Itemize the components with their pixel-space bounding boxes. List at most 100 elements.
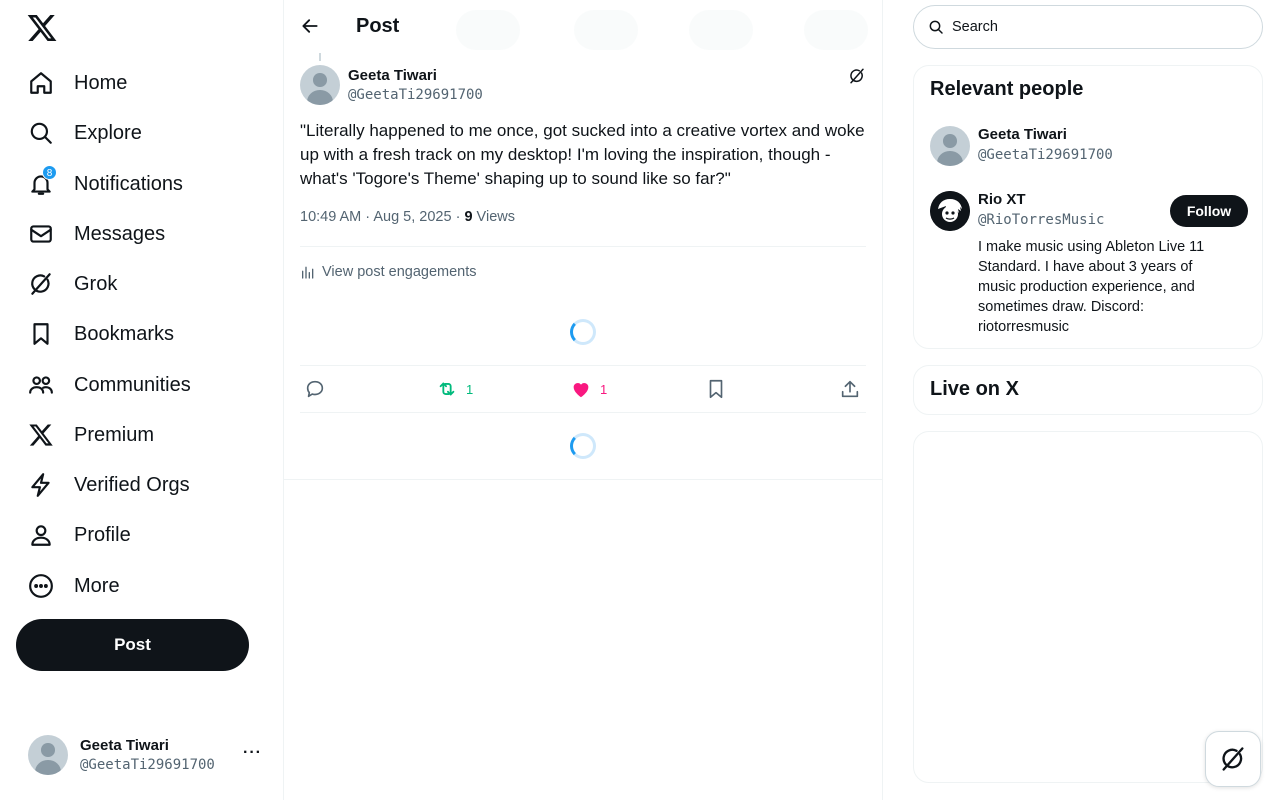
avatar[interactable] bbox=[930, 126, 970, 166]
post-button[interactable]: Post bbox=[16, 619, 249, 671]
nav-home-label: Home bbox=[74, 71, 128, 94]
nav-more[interactable]: More bbox=[16, 563, 132, 609]
left-sidebar: Home Explore 8 Notifications Messages Gr… bbox=[0, 0, 284, 800]
grok-icon bbox=[1222, 747, 1244, 771]
nav-grok[interactable]: Grok bbox=[16, 261, 129, 307]
nav-explore-label: Explore bbox=[74, 121, 142, 144]
live-on-x-title: Live on X bbox=[930, 378, 1019, 400]
nav-communities-label: Communities bbox=[74, 373, 191, 396]
notifications-badge: 8 bbox=[42, 165, 57, 180]
analytics-icon bbox=[302, 266, 314, 279]
person-icon bbox=[28, 522, 54, 548]
person-name[interactable]: Rio XT bbox=[978, 191, 1026, 208]
nav-communities[interactable]: Communities bbox=[16, 362, 203, 408]
reply-button[interactable] bbox=[304, 378, 326, 400]
nav-explore[interactable]: Explore bbox=[16, 110, 154, 156]
tweet-meta: 10:49 AM · Aug 5, 2025 · 9 Views bbox=[300, 209, 515, 225]
header-placeholder bbox=[689, 10, 753, 50]
nav-verified-orgs[interactable]: Verified Orgs bbox=[16, 462, 202, 508]
grok-icon[interactable] bbox=[848, 67, 866, 85]
search-input[interactable] bbox=[952, 19, 1232, 35]
share-icon bbox=[841, 380, 859, 398]
search-icon bbox=[929, 20, 943, 34]
search-box[interactable] bbox=[913, 5, 1263, 49]
tweet-author-handle[interactable]: @GeetaTi29691700 bbox=[348, 87, 483, 103]
repost-count: 1 bbox=[466, 381, 474, 397]
nav-premium-label: Premium bbox=[74, 423, 155, 446]
like-button[interactable]: 1 bbox=[570, 378, 607, 400]
account-name: Geeta Tiwari bbox=[80, 737, 169, 754]
share-button[interactable] bbox=[839, 378, 861, 400]
avatar[interactable] bbox=[930, 191, 970, 231]
nav-more-label: More bbox=[74, 574, 120, 597]
tweet-timestamp[interactable]: 10:49 AM · Aug 5, 2025 · bbox=[300, 209, 464, 225]
main-column: Post Geeta Tiwari @GeetaTi29691700 "Lite… bbox=[284, 0, 883, 800]
mail-icon bbox=[28, 221, 54, 247]
avatar[interactable] bbox=[300, 65, 340, 105]
account-switcher[interactable]: Geeta Tiwari @GeetaTi29691700 ··· bbox=[16, 730, 272, 780]
loading-spinner bbox=[570, 319, 596, 345]
header-placeholder bbox=[804, 10, 868, 50]
view-engagements-link[interactable]: View post engagements bbox=[300, 264, 477, 280]
divider bbox=[300, 412, 866, 413]
view-engagements-label: View post engagements bbox=[322, 264, 477, 280]
person-handle[interactable]: @RioTorresMusic bbox=[978, 212, 1104, 228]
nav-messages-label: Messages bbox=[74, 222, 166, 245]
trending-card-placeholder bbox=[913, 431, 1263, 783]
nav-bookmarks[interactable]: Bookmarks bbox=[16, 311, 186, 357]
person-item[interactable]: Rio XT @RioTorresMusic Follow I make mus… bbox=[930, 191, 1248, 341]
person-handle[interactable]: @GeetaTi29691700 bbox=[978, 147, 1113, 163]
back-arrow-icon[interactable] bbox=[300, 16, 320, 36]
search-icon bbox=[28, 120, 54, 146]
nav-verified-orgs-label: Verified Orgs bbox=[74, 473, 190, 496]
bookmark-icon bbox=[28, 321, 54, 347]
header-placeholder bbox=[574, 10, 638, 50]
nav-premium[interactable]: Premium bbox=[16, 412, 166, 458]
nav-home[interactable]: Home bbox=[16, 60, 139, 106]
divider bbox=[284, 479, 883, 480]
repost-icon bbox=[439, 382, 455, 396]
nav-messages[interactable]: Messages bbox=[16, 211, 177, 257]
page-header: Post bbox=[284, 0, 883, 53]
nav-profile-label: Profile bbox=[74, 523, 131, 546]
tweet-text: "Literally happened to me once, got suck… bbox=[300, 121, 865, 188]
nav-notifications-label: Notifications bbox=[74, 172, 183, 195]
x-logo-icon[interactable] bbox=[26, 12, 58, 44]
live-on-x-card: Live on X bbox=[913, 365, 1263, 415]
right-sidebar: Relevant people Geeta Tiwari @GeetaTi296… bbox=[913, 0, 1263, 800]
tweet-actions: 1 1 bbox=[300, 366, 866, 412]
account-handle: @GeetaTi29691700 bbox=[80, 757, 215, 773]
repost-button[interactable]: 1 bbox=[436, 378, 473, 400]
divider bbox=[300, 246, 866, 247]
page-title: Post bbox=[356, 15, 400, 37]
relevant-people-title: Relevant people bbox=[930, 78, 1084, 100]
nav-bookmarks-label: Bookmarks bbox=[74, 322, 175, 345]
avatar bbox=[28, 735, 68, 775]
thread-line bbox=[319, 53, 321, 61]
reply-icon bbox=[306, 380, 324, 398]
more-dots-icon[interactable]: ··· bbox=[243, 744, 262, 762]
follow-button[interactable]: Follow bbox=[1170, 195, 1248, 227]
bookmark-button[interactable] bbox=[705, 378, 727, 400]
header-placeholder bbox=[456, 10, 520, 50]
person-item[interactable]: Geeta Tiwari @GeetaTi29691700 bbox=[930, 126, 1248, 170]
tweet-author-name[interactable]: Geeta Tiwari bbox=[348, 67, 437, 84]
nav-notifications[interactable]: 8 Notifications bbox=[16, 161, 195, 207]
person-name[interactable]: Geeta Tiwari bbox=[978, 126, 1067, 143]
loading-spinner bbox=[570, 433, 596, 459]
heart-icon bbox=[573, 383, 589, 398]
views-label: Views bbox=[472, 209, 515, 225]
relevant-people-card: Relevant people Geeta Tiwari @GeetaTi296… bbox=[913, 65, 1263, 349]
views-count: 9 bbox=[464, 209, 473, 225]
bell-icon: 8 bbox=[28, 165, 57, 197]
home-icon bbox=[28, 70, 54, 96]
lightning-icon bbox=[28, 472, 54, 498]
grok-floating-button[interactable] bbox=[1205, 731, 1261, 787]
tweet-header: Geeta Tiwari @GeetaTi29691700 bbox=[300, 65, 866, 107]
nav-profile[interactable]: Profile bbox=[16, 512, 143, 558]
nav-grok-label: Grok bbox=[74, 272, 118, 295]
grok-icon bbox=[28, 271, 54, 297]
like-count: 1 bbox=[600, 381, 608, 397]
person-bio: I make music using Ableton Live 11 Stand… bbox=[978, 239, 1205, 335]
more-circle-icon bbox=[28, 573, 54, 599]
